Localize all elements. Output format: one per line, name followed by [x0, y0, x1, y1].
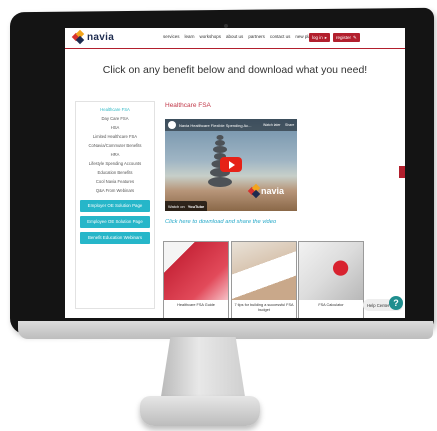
login-icon: ▸	[324, 34, 328, 40]
top-navbar: navia services learn workshops about us …	[65, 28, 405, 49]
thumbnail-caption: Healthcare FSA Guide	[177, 303, 215, 307]
thumbnail-caption: 7 tips for building a successful FSA bud…	[234, 303, 294, 312]
nav-links: services learn workshops about us partne…	[163, 34, 326, 39]
share-button[interactable]: Share	[285, 123, 294, 127]
sidebar-item-limited-healthcare-fsa[interactable]: Limited Healthcare FSA	[76, 132, 154, 141]
video-navia-logo: navia	[247, 183, 285, 199]
monitor-stand	[160, 337, 246, 403]
page-title: Click on any benefit below and download …	[102, 64, 368, 76]
watch-later-button[interactable]: Watch later	[263, 123, 281, 127]
logo-text: navia	[87, 31, 115, 43]
sidebar-item-qa-webinars[interactable]: Q&A From Webinars	[76, 186, 154, 195]
sidebar-item-education-benefits[interactable]: Education Benefits	[76, 168, 154, 177]
register-icon: ✎	[353, 34, 357, 40]
login-button[interactable]: log in ▸	[309, 33, 331, 42]
play-icon[interactable]	[220, 157, 242, 172]
navia-logo[interactable]: navia	[71, 29, 115, 45]
monitor-chin	[18, 321, 433, 339]
screen: navia services learn workshops about us …	[65, 28, 405, 318]
watch-on-label: Watch on	[168, 203, 185, 209]
nav-link-services[interactable]: services	[163, 34, 180, 39]
benefit-education-webinars-button[interactable]: Benefit Education Webinars	[80, 232, 150, 244]
nav-link-partners[interactable]: partners	[248, 34, 265, 39]
help-question-icon[interactable]: ?	[389, 296, 403, 310]
sidebar-item-cool-navia-features[interactable]: Cool Navia Features	[76, 177, 154, 186]
youtube-logo-icon: YouTube	[187, 203, 205, 209]
thumbnail-fsa-budget-tips[interactable]: 7 tips for building a successful FSA bud…	[231, 241, 297, 318]
sidebar-item-day-care-fsa[interactable]: Day Care FSA	[76, 114, 154, 123]
sidebar-item-hra[interactable]: HRA	[76, 150, 154, 159]
section-heading: Healthcare FSA	[165, 102, 211, 109]
register-button[interactable]: register ✎	[333, 33, 360, 42]
guide-cover-image	[164, 242, 228, 300]
video-title-bar: Navia Healthcare Flexible Spending Ac...…	[165, 119, 297, 131]
navia-logo-icon	[71, 29, 85, 45]
thumbnail-fsa-calculator[interactable]: FSA Calculator	[298, 241, 364, 318]
nav-link-contact-us[interactable]: contact us	[270, 34, 291, 39]
watch-on-youtube-button[interactable]: Watch on YouTube	[165, 201, 208, 211]
benefit-sidebar: Healthcare FSA Day Care FSA HSA Limited …	[75, 101, 155, 309]
monitor-stand-base	[140, 396, 260, 426]
sidebar-item-hsa[interactable]: HSA	[76, 123, 154, 132]
employee-oe-solution-button[interactable]: Employee OE Solution Page	[80, 216, 150, 228]
register-label: register	[336, 35, 352, 40]
channel-avatar-icon[interactable]	[168, 121, 176, 129]
nav-link-about-us[interactable]: about us	[226, 34, 243, 39]
thumbnail-caption: FSA Calculator	[318, 303, 344, 307]
login-label: log in	[312, 35, 323, 40]
video-logo-text: navia	[261, 186, 285, 196]
stethoscope-calculator-image	[299, 242, 363, 300]
nav-link-learn[interactable]: learn	[185, 34, 195, 39]
phone-in-hand-image	[232, 242, 296, 300]
video-player[interactable]: Navia Healthcare Flexible Spending Ac...…	[165, 119, 297, 211]
feedback-tab[interactable]	[399, 166, 405, 178]
sidebar-item-healthcare-fsa[interactable]: Healthcare FSA	[76, 105, 154, 114]
thumbnail-healthcare-fsa-guide[interactable]: Healthcare FSA Guide	[163, 241, 229, 318]
help-center-label: Help Center	[367, 302, 390, 308]
sidebar-item-lifestyle-spending[interactable]: Lifestyle Spending Accounts	[76, 159, 154, 168]
video-logo-icon	[247, 183, 261, 199]
sidebar-item-commuter-benefits[interactable]: CoNavia/Commuter Benefits	[76, 141, 154, 150]
nav-link-workshops[interactable]: workshops	[200, 34, 222, 39]
video-title[interactable]: Navia Healthcare Flexible Spending Ac...	[179, 123, 251, 128]
employer-oe-solution-button[interactable]: Employer OE Solution Page	[80, 200, 150, 212]
download-video-link[interactable]: Click here to download and share the vid…	[165, 219, 276, 225]
